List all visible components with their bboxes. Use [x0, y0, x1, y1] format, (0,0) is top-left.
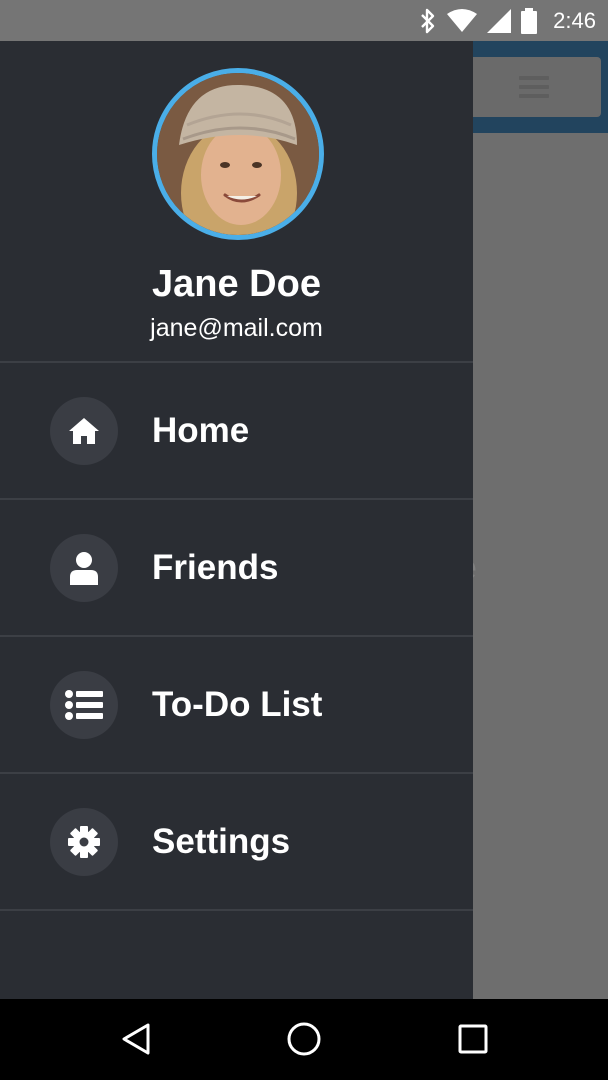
profile-name: Jane Doe [152, 263, 321, 305]
profile-header: Jane Doe jane@mail.com [0, 41, 473, 363]
avatar[interactable] [152, 68, 324, 240]
battery-icon [521, 7, 538, 34]
menu-toggle-button[interactable] [467, 57, 601, 117]
home-circle-icon[interactable] [284, 1019, 324, 1059]
list-icon [50, 671, 118, 739]
hamburger-icon [519, 76, 549, 98]
gear-icon [50, 808, 118, 876]
menu-item-todo-list[interactable]: To-Do List [0, 637, 473, 774]
menu-item-label: Home [152, 411, 250, 450]
menu-item-label: To-Do List [152, 685, 323, 724]
user-icon [50, 534, 118, 602]
menu-item-friends[interactable]: Friends [0, 500, 473, 637]
wifi-icon [447, 8, 478, 33]
menu-item-label: Friends [152, 548, 279, 587]
status-time: 2:46 [553, 7, 596, 33]
home-icon [50, 397, 118, 465]
back-icon[interactable] [116, 1019, 156, 1059]
navigation-drawer: Jane Doe jane@mail.com Home Friends To-D… [0, 41, 473, 999]
menu-item-settings[interactable]: Settings [0, 774, 473, 911]
signal-icon [487, 8, 512, 33]
bluetooth-icon [419, 8, 437, 34]
status-bar: 2:46 [0, 0, 608, 41]
recents-icon[interactable] [453, 1019, 493, 1059]
system-navigation-bar [0, 999, 608, 1080]
menu-item-home[interactable]: Home [0, 363, 473, 500]
menu-item-label: Settings [152, 822, 291, 861]
profile-email: jane@mail.com [150, 314, 323, 342]
